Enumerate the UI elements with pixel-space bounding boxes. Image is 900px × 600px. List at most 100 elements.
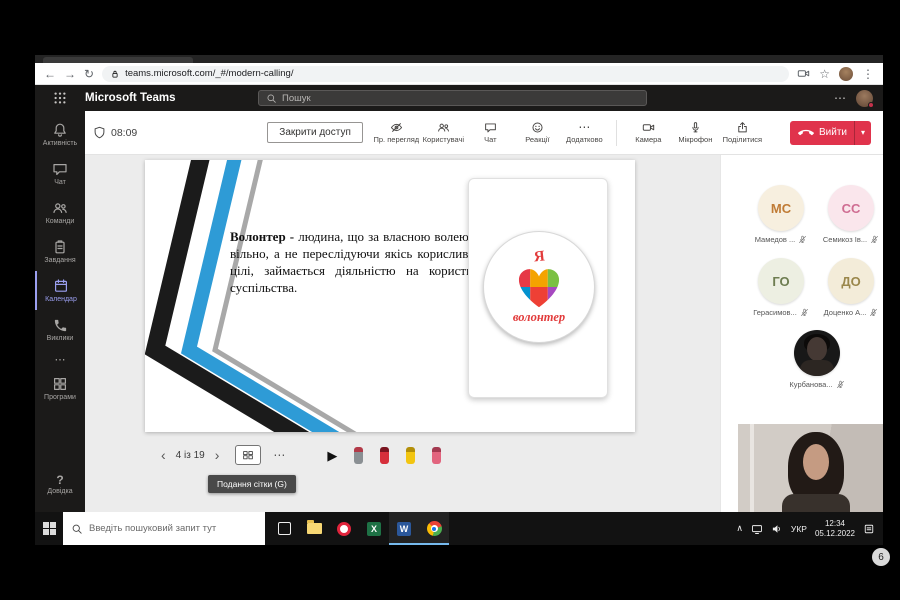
folder-icon <box>307 523 322 534</box>
browser-profile-avatar[interactable] <box>839 67 853 81</box>
back-button[interactable]: ← <box>44 68 56 80</box>
taskbar-search-input[interactable] <box>89 523 257 534</box>
refresh-button[interactable]: ↻ <box>84 68 94 80</box>
clipboard-icon <box>52 239 68 255</box>
participant-tile[interactable]: МС Мамедов ... <box>743 185 819 244</box>
avatar-silhouette <box>800 360 834 376</box>
participant-avatar: МС <box>758 185 804 231</box>
microphone-button[interactable]: Мікрофон <box>672 121 719 144</box>
desktop-screen: ← → ↻ teams.microsoft.com/_#/modern-call… <box>35 55 883 545</box>
teams-search-input[interactable] <box>282 93 639 104</box>
sidebar-more-icon[interactable]: ⋯ <box>55 349 66 369</box>
word-button[interactable]: W <box>389 512 419 545</box>
phone-icon <box>53 318 68 333</box>
grid-view-button[interactable] <box>235 445 261 465</box>
more-actions-button[interactable]: ⋯ Додатково <box>561 121 608 144</box>
participant-name: Мамедов ... <box>755 235 796 244</box>
meeting-item-label: Додатково <box>566 135 603 144</box>
mic-muted-icon <box>800 308 809 317</box>
start-button[interactable] <box>35 512 63 545</box>
reactions-button[interactable]: Реакції <box>514 121 561 144</box>
screenshot-canvas: ← → ↻ teams.microsoft.com/_#/modern-call… <box>0 0 900 600</box>
participant-tile[interactable]: СС Семикоз Ів... <box>813 185 883 244</box>
display-icon[interactable] <box>751 523 763 535</box>
more-icon: ⋯ <box>578 121 590 134</box>
pointer-tool[interactable]: ▶ <box>327 449 337 462</box>
sidebar-item-teams[interactable]: Команди <box>35 193 85 232</box>
browser-menu-icon[interactable]: ⋮ <box>862 68 874 80</box>
user-avatar[interactable] <box>856 90 873 107</box>
chevron-down-icon[interactable]: ▾ <box>855 128 871 137</box>
self-video-tile[interactable] <box>738 424 883 512</box>
sidebar-label: Завдання <box>44 257 75 264</box>
chat-button[interactable]: Чат <box>467 121 514 144</box>
lock-icon <box>110 69 120 79</box>
meeting-timer-group: 08:09 <box>93 126 137 139</box>
participant-initials: ГО <box>772 274 789 289</box>
pink-pen-tool[interactable] <box>432 447 441 464</box>
next-slide-button[interactable]: › <box>209 447 226 463</box>
sidebar-item-apps[interactable]: Програми <box>35 369 85 408</box>
taskbar-search-box[interactable] <box>63 512 265 545</box>
meeting-item-label: Користувачі <box>423 135 464 144</box>
video-person-body <box>782 494 850 512</box>
participant-tile[interactable]: ГО Герасимов... <box>743 258 819 317</box>
opera-button[interactable] <box>329 512 359 545</box>
address-bar[interactable]: teams.microsoft.com/_#/modern-calling/ <box>102 66 789 82</box>
bookmark-star-icon[interactable]: ☆ <box>819 68 830 80</box>
camera-button[interactable]: Камера <box>625 121 672 144</box>
sidebar-item-chat[interactable]: Чат <box>35 154 85 193</box>
mic-muted-icon <box>869 308 878 317</box>
slide-more-options[interactable]: ⋯ <box>273 448 285 462</box>
excel-button[interactable]: X <box>359 512 389 545</box>
presentation-stage: Волонтер - людина, що за власною волею, … <box>85 155 720 512</box>
browser-toolbar: ← → ↻ teams.microsoft.com/_#/modern-call… <box>35 63 883 85</box>
speaker-icon[interactable] <box>771 523 783 535</box>
participant-meta: Доценко А... <box>824 308 879 317</box>
sidebar-item-calls[interactable]: Виклики <box>35 310 85 349</box>
forward-button[interactable]: → <box>64 68 76 80</box>
previous-slide-button[interactable]: ‹ <box>155 447 172 463</box>
tray-expand-icon[interactable]: ∧ <box>736 523 743 534</box>
teams-search-bar[interactable] <box>258 90 647 106</box>
opera-icon <box>337 522 351 536</box>
app-launcher-icon[interactable] <box>35 91 85 105</box>
eraser-tool[interactable] <box>354 447 363 464</box>
chrome-icon <box>427 521 442 536</box>
participants-button[interactable]: Користувачі <box>420 121 467 144</box>
browser-tab-strip[interactable] <box>35 55 883 63</box>
participant-tile[interactable]: ДО Доценко А... <box>813 258 883 317</box>
slide-navigation: ‹ 4 із 19 › ⋯ ▶ <box>155 441 441 469</box>
close-access-button[interactable]: Закрити доступ <box>267 122 363 143</box>
avatar-silhouette <box>807 337 827 361</box>
participant-tile[interactable]: Курбанова... <box>779 330 855 389</box>
sidebar-label: Чат <box>54 179 66 186</box>
camera-indicator-icon[interactable] <box>797 67 810 80</box>
header-more-icon[interactable]: ⋯ <box>834 91 846 105</box>
share-button[interactable]: Поділитися <box>719 121 766 144</box>
red-pen-tool[interactable] <box>380 447 389 464</box>
participant-initials: МС <box>771 201 791 216</box>
smiley-icon <box>530 121 545 134</box>
task-view-button[interactable] <box>269 512 299 545</box>
colorful-heart-icon <box>512 265 566 309</box>
windows-logo-icon <box>43 522 56 535</box>
notification-center-icon[interactable] <box>863 523 875 535</box>
toolbar-icons: ☆ ⋮ <box>797 67 874 81</box>
file-explorer-button[interactable] <box>299 512 329 545</box>
taskbar-clock[interactable]: 12:34 05.12.2022 <box>815 519 855 539</box>
sidebar-item-activity[interactable]: Активність <box>35 115 85 154</box>
presenter-view-button[interactable]: Пр. перегляд <box>373 121 420 144</box>
sidebar-item-assignments[interactable]: Завдання <box>35 232 85 271</box>
sidebar-item-calendar[interactable]: Календар <box>35 271 85 310</box>
chrome-button[interactable] <box>419 512 449 545</box>
excel-icon: X <box>367 522 381 536</box>
leave-meeting-button[interactable]: Вийти ▾ <box>790 121 871 145</box>
highlighter-tool[interactable] <box>406 447 415 464</box>
participant-avatar: СС <box>828 185 874 231</box>
slide-image-card: Я волонтер <box>468 178 608 398</box>
sidebar-item-help[interactable]: ? Довідка <box>35 465 85 504</box>
language-indicator[interactable]: УКР <box>791 524 807 534</box>
apps-grid-icon <box>52 376 68 392</box>
overlay-page-badge: 6 <box>872 548 890 566</box>
